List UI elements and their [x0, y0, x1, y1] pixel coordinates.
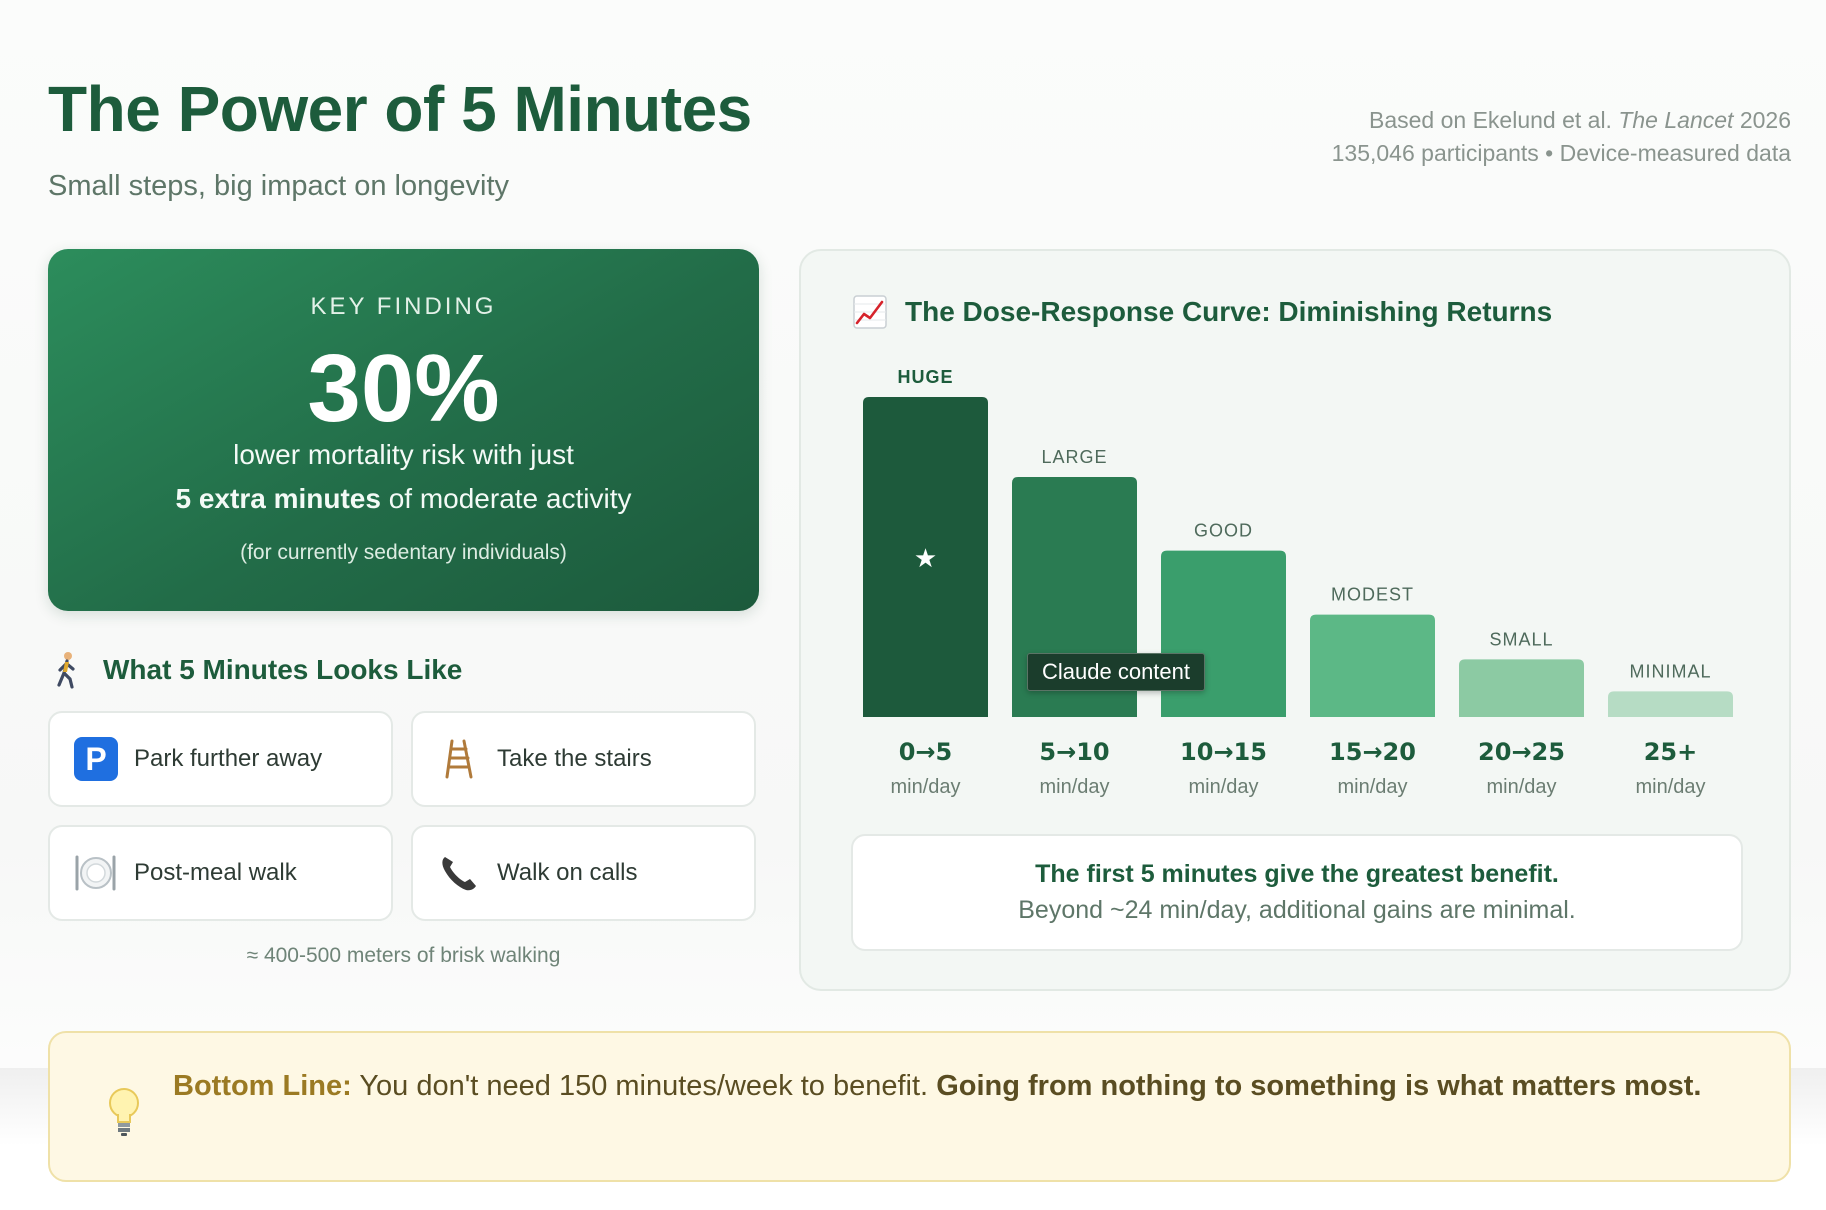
unit-label: min/day: [1486, 776, 1556, 798]
key-finding-value: 30%: [307, 335, 500, 442]
examples-header: What 5 Minutes Looks Like: [55, 650, 462, 690]
key-finding-line-2-rest: of moderate activity: [380, 483, 632, 514]
parking-icon: P: [74, 737, 118, 781]
example-tile-meal: Post-meal walk: [48, 825, 393, 921]
example-tile-calls: Walk on calls: [411, 825, 756, 921]
unit-label: min/day: [1337, 776, 1407, 798]
example-label: Take the stairs: [497, 745, 652, 772]
plate-icon: [74, 851, 118, 895]
person-walking-icon: [57, 652, 75, 689]
unit-label: min/day: [1188, 776, 1258, 798]
category-label: 20→25: [1478, 738, 1565, 766]
unit-label: min/day: [890, 776, 960, 798]
key-finding-emphasis: 5 extra minutes: [175, 483, 381, 514]
tooltip-overlay: Claude content: [1027, 653, 1205, 691]
example-label: Walk on calls: [497, 859, 638, 886]
dose-response-chart: HUGE 0→5 min/day ★ LARGE 5→10 min/day GOOD 10→15…: [863, 367, 1733, 798]
phone-icon: [437, 851, 481, 895]
bar-level-label: MODEST: [1331, 585, 1414, 605]
bottom-line-body: You don't need 150 minutes/week to benef…: [351, 1070, 937, 1102]
source-journal: The Lancet: [1618, 107, 1734, 133]
example-tile-stairs: Take the stairs: [411, 711, 756, 807]
bottom-line-lead: Bottom Line:: [173, 1070, 352, 1102]
example-tile-park: P Park further away: [48, 711, 393, 807]
example-label: Post-meal walk: [134, 859, 297, 886]
bottom-line-text: Bottom Line: You don't need 150 minutes/…: [173, 1063, 1713, 1109]
category-label: 10→15: [1180, 738, 1267, 766]
bar-level-label: SMALL: [1489, 629, 1553, 649]
bottom-line-emphasis: Going from nothing to something is what …: [936, 1070, 1702, 1102]
chart-bar: [1310, 614, 1435, 717]
chart-insight-box: The first 5 minutes give the greatest be…: [851, 834, 1743, 951]
category-label: 5→10: [1039, 738, 1109, 766]
key-finding-label: KEY FINDING: [310, 293, 497, 320]
bar-level-label: LARGE: [1041, 447, 1107, 467]
source-line-1: Based on Ekelund et al. The Lancet 2026: [1332, 104, 1791, 137]
source-line-2: 135,046 participants • Device-measured d…: [1331, 140, 1791, 166]
bar-level-label: MINIMAL: [1629, 661, 1711, 681]
page-title: The Power of 5 Minutes: [48, 73, 752, 145]
bar-level-label: GOOD: [1194, 521, 1253, 541]
chart-bar: [1161, 550, 1286, 717]
category-label: 15→20: [1329, 738, 1416, 766]
bottom-line-card: Bottom Line: You don't need 150 minutes/…: [48, 1031, 1791, 1182]
chart-bar: [1459, 659, 1584, 717]
infographic-page: The Power of 5 Minutes Small steps, big …: [0, 0, 1826, 1210]
ladder-icon: [437, 737, 481, 781]
chart-bar: [1608, 691, 1733, 717]
examples-title: What 5 Minutes Looks Like: [103, 654, 463, 685]
key-finding-line-1: lower mortality risk with just: [233, 439, 574, 470]
source-authors: Based on Ekelund et al.: [1369, 107, 1612, 133]
dose-response-card: The Dose-Response Curve: Diminishing Ret…: [799, 249, 1791, 991]
insight-sub: Beyond ~24 min/day, additional gains are…: [1018, 896, 1576, 924]
example-label: Park further away: [134, 745, 323, 772]
page-subtitle: Small steps, big impact on longevity: [48, 170, 509, 202]
source-citation: Based on Ekelund et al. The Lancet 2026 …: [1332, 104, 1791, 170]
bar-level-label: HUGE: [897, 367, 953, 387]
key-finding-card: KEY FINDING 30% lower mortality risk wit…: [48, 249, 759, 611]
unit-label: min/day: [1635, 776, 1705, 798]
light-bulb-icon: [109, 1088, 139, 1136]
key-finding-note: (for currently sedentary individuals): [240, 541, 567, 564]
insight-main: The first 5 minutes give the greatest be…: [1035, 860, 1559, 888]
key-finding-line-2: 5 extra minutes of moderate activity: [48, 483, 759, 515]
unit-label: min/day: [1039, 776, 1109, 798]
walking-distance-note: ≈ 400-500 meters of brisk walking: [246, 944, 561, 967]
category-label: 0→5: [899, 738, 953, 766]
category-label: 25+: [1644, 738, 1698, 766]
highlight-star-icon: ★: [914, 544, 937, 574]
source-year: 2026: [1739, 107, 1791, 133]
